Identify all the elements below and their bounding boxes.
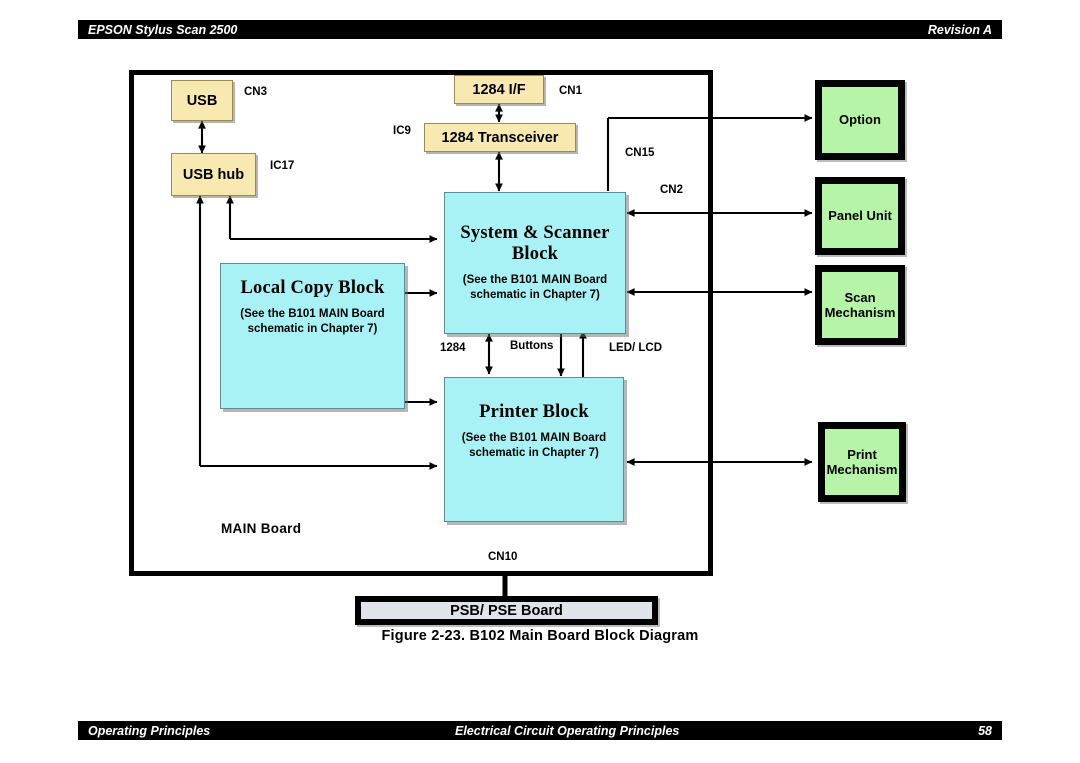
printer-block-title: Printer Block xyxy=(479,402,589,422)
tag-signal-led-lcd: LED/ LCD xyxy=(609,342,663,354)
local-copy-block[interactable]: Local Copy Block (See the B101 MAIN Boar… xyxy=(220,263,405,409)
panel-unit-box-label: Panel Unit xyxy=(828,208,892,224)
psb-pse-board-label: PSB/ PSE Board xyxy=(450,602,563,619)
scan-mechanism-box[interactable]: Scan Mechanism xyxy=(815,265,905,345)
option-box[interactable]: Option xyxy=(815,80,905,160)
option-box-label: Option xyxy=(839,112,881,128)
1284-if-box[interactable]: 1284 I/F xyxy=(454,75,544,104)
usb-hub-box-label: USB hub xyxy=(182,166,245,183)
system-scanner-block-title: System & Scanner Block xyxy=(460,222,610,264)
tag-signal-1284: 1284 xyxy=(440,342,466,354)
main-board-label: MAIN Board xyxy=(221,521,302,536)
tag-cn2: CN2 xyxy=(660,184,684,196)
footer-chapter-title: Electrical Circuit Operating Principles xyxy=(454,723,680,738)
figure-caption: Figure 2-23. B102 Main Board Block Diagr… xyxy=(381,628,699,644)
footer-page-number: 58 xyxy=(978,723,992,738)
local-copy-block-title: Local Copy Block xyxy=(240,278,385,298)
scan-mechanism-box-label: Scan Mechanism xyxy=(824,289,896,320)
tag-ic17: IC17 xyxy=(270,160,295,172)
tag-cn1: CN1 xyxy=(559,85,583,97)
block-diagram: MAIN Board USB USB hub 1284 I/F 1284 Tra… xyxy=(0,0,1080,763)
usb-box-label: USB xyxy=(186,92,218,109)
tag-cn3: CN3 xyxy=(244,86,268,98)
print-mechanism-box[interactable]: Print Mechanism xyxy=(818,422,906,502)
system-scanner-block[interactable]: System & Scanner Block (See the B101 MAI… xyxy=(444,192,626,334)
psb-pse-board[interactable]: PSB/ PSE Board xyxy=(355,596,658,625)
printer-block[interactable]: Printer Block (See the B101 MAIN Board s… xyxy=(444,377,624,522)
local-copy-block-subtitle: (See the B101 MAIN Board schematic in Ch… xyxy=(240,308,385,336)
printer-block-subtitle: (See the B101 MAIN Board schematic in Ch… xyxy=(461,432,607,460)
system-scanner-block-subtitle: (See the B101 MAIN Board schematic in Ch… xyxy=(462,274,608,302)
tag-ic9: IC9 xyxy=(393,125,411,137)
print-mechanism-box-label: Print Mechanism xyxy=(826,446,898,477)
footer-section-label: Operating Principles xyxy=(88,723,211,738)
1284-transceiver-box-label: 1284 Transceiver xyxy=(441,129,559,146)
usb-box[interactable]: USB xyxy=(171,80,233,121)
1284-transceiver-box[interactable]: 1284 Transceiver xyxy=(424,123,576,152)
panel-unit-box[interactable]: Panel Unit xyxy=(815,177,905,255)
tag-cn10: CN10 xyxy=(488,551,518,563)
tag-cn15: CN15 xyxy=(625,147,655,159)
usb-hub-box[interactable]: USB hub xyxy=(171,153,256,196)
page-footer: Operating Principles Electrical Circuit … xyxy=(78,721,1002,740)
1284-if-box-label: 1284 I/F xyxy=(472,81,526,98)
tag-signal-buttons: Buttons xyxy=(510,340,554,352)
